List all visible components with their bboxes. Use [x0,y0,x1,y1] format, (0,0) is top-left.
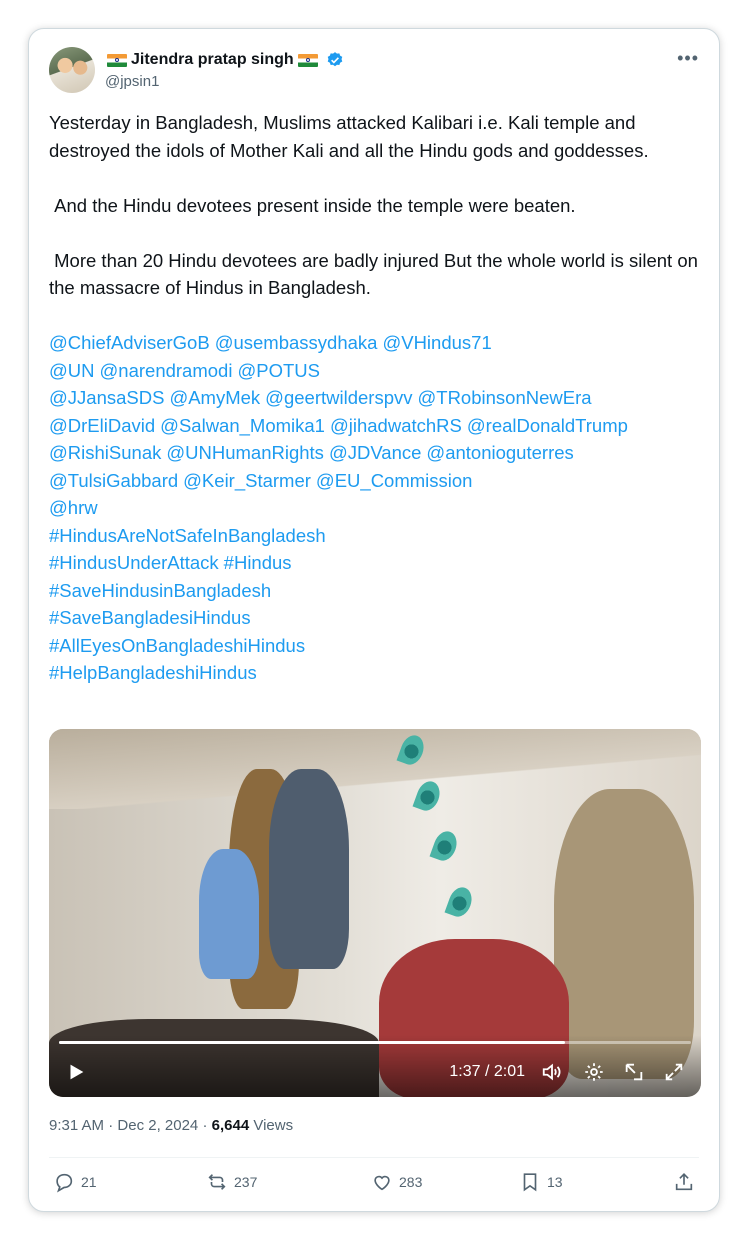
hashtag-link[interactable]: #SaveBangladesiHindus [49,607,251,628]
link-line: @TulsiGabbard @Keir_Starmer @EU_Commission [49,467,699,495]
more-options-icon[interactable]: ••• [677,49,699,67]
mention-link[interactable]: @TRobinsonNewEra [417,387,591,408]
divider [49,1157,699,1158]
fullscreen-icon[interactable] [661,1059,687,1085]
mention-link[interactable]: @JJansaSDS [49,387,164,408]
link-line: #HindusUnderAttack #Hindus [49,549,699,577]
mention-link[interactable]: @DrEliDavid [49,415,155,436]
play-icon[interactable] [63,1059,89,1085]
mention-link[interactable]: @AmyMek [169,387,260,408]
repost-button[interactable]: 237 [206,1171,257,1193]
avatar[interactable] [49,47,95,93]
tweet-card: Jitendra pratap singh @jpsin1 ••• Yester… [28,28,720,1212]
tweet-text: Yesterday in Bangladesh, Muslims attacke… [49,109,699,687]
mention-link[interactable]: @UNHumanRights [166,442,324,463]
mention-link[interactable]: @usembassydhaka [215,332,378,353]
link-line: #HelpBangladeshiHindus [49,659,699,687]
link-line: @ChiefAdviserGoB @usembassydhaka @VHindus7… [49,329,699,357]
bookmark-count: 13 [547,1174,563,1190]
like-count: 283 [399,1174,423,1190]
reply-count: 21 [81,1174,97,1190]
views-count: 6,644 [211,1117,250,1134]
settings-gear-icon[interactable] [581,1059,607,1085]
mention-link[interactable]: @Keir_Starmer [183,470,311,491]
hashtag-link[interactable]: #SaveHindusinBangladesh [49,580,271,601]
link-line: @DrEliDavid @Salwan_Momika1 @jihadwatchRS @… [49,412,699,440]
video-time: 1:37 / 2:01 [449,1063,525,1080]
mention-link[interactable]: @realDonaldTrump [467,415,628,436]
mention-link[interactable]: @POTUS [237,360,320,381]
tweet-time[interactable]: 9:31 AM [49,1117,104,1134]
tweet-paragraph: Yesterday in Bangladesh, Muslims attacke… [49,112,649,161]
india-flag-icon [297,53,318,67]
author-name[interactable]: Jitendra pratap singh [131,51,294,69]
video-progress-fill [59,1041,565,1044]
reply-icon [56,1173,73,1193]
author-handle[interactable]: @jpsin1 [105,73,159,90]
link-line: #SaveBangladesiHindus [49,604,699,632]
like-button[interactable]: 283 [371,1171,422,1193]
hashtag-link[interactable]: #HelpBangladeshiHindus [49,662,257,683]
tweet-meta: 9:31 AM · Dec 2, 2024 · 6,644 Views [49,1117,294,1134]
mention-link[interactable]: @EU_Commission [316,470,473,491]
mention-link[interactable]: @jihadwatchRS [330,415,462,436]
link-line: @UN @narendramodi @POTUS [49,357,699,385]
tweet-date[interactable]: Dec 2, 2024 [117,1117,198,1134]
link-line: #HindusAreNotSafeInBangladesh [49,522,699,550]
share-icon [675,1173,693,1191]
hashtag-link[interactable]: #AllEyesOnBangladeshiHindus [49,635,305,656]
mention-link[interactable]: @narendramodi [100,360,233,381]
mentions-and-hashtags: @ChiefAdviserGoB @usembassydhaka @VHindus7… [49,329,699,687]
repost-icon [208,1174,226,1190]
mention-link[interactable]: @antonioguterres [426,442,573,463]
repost-count: 237 [234,1174,258,1190]
link-line: #SaveHindusinBangladesh [49,577,699,605]
reply-button[interactable]: 21 [53,1171,97,1193]
bookmark-icon [523,1173,537,1192]
link-line: #AllEyesOnBangladeshiHindus [49,632,699,660]
mention-link[interactable]: @ChiefAdviserGoB [49,332,210,353]
video-progress-bar[interactable] [59,1041,691,1044]
hashtag-link[interactable]: #HindusUnderAttack [49,552,219,573]
link-line: @JJansaSDS @AmyMek @geertwilderspvv @TRobin… [49,384,699,412]
tweet-paragraph: More than 20 Hindu devotees are badly in… [49,249,704,299]
mention-link[interactable]: @RishiSunak [49,442,161,463]
india-flag-icon [107,53,127,67]
verified-badge-icon [327,52,342,67]
author-row[interactable]: Jitendra pratap singh [105,49,344,71]
mention-link[interactable]: @VHindus71 [382,332,491,353]
hashtag-link[interactable]: #Hindus [224,552,292,573]
hashtag-link[interactable]: #HindusAreNotSafeInBangladesh [49,525,326,546]
video-player[interactable]: 1:37 / 2:01 [49,729,701,1097]
mention-link[interactable]: @Salwan_Momika1 [160,415,325,436]
mention-link[interactable]: @UN [49,360,95,381]
volume-icon[interactable] [539,1059,565,1085]
action-bar: 21 237 283 13 [49,1171,699,1201]
tweet-paragraph: And the Hindu devotees present inside th… [49,194,576,216]
mention-link[interactable]: @JDVance [329,442,421,463]
mention-link[interactable]: @hrw [49,497,98,518]
bookmark-button[interactable]: 13 [519,1171,563,1193]
heart-icon [374,1175,390,1191]
views-label: Views [253,1117,294,1134]
picture-in-picture-icon[interactable] [621,1059,647,1085]
link-line: @hrw [49,494,699,522]
mention-link[interactable]: @geertwilderspvv [265,387,412,408]
mention-link[interactable]: @TulsiGabbard [49,470,178,491]
link-line: @RishiSunak @UNHumanRights @JDVance @antoni… [49,439,699,467]
share-button[interactable] [673,1171,695,1193]
video-controls: 1:37 / 2:01 [49,1035,701,1097]
